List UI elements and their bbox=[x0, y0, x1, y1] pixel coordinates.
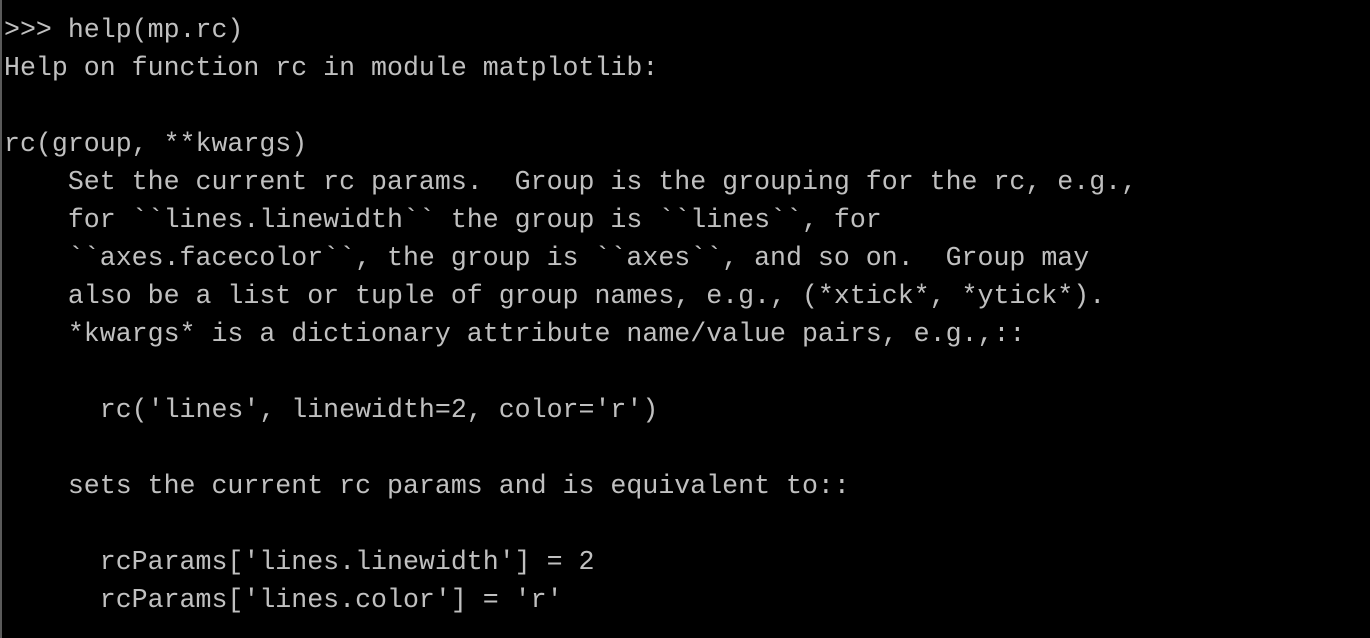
output-line: rcParams['lines.linewidth'] = 2 bbox=[4, 547, 595, 577]
output-line: Set the current rc params. Group is the … bbox=[4, 167, 1138, 197]
prompt-line: >>> help(mp.rc) bbox=[4, 15, 244, 45]
output-line: *kwargs* is a dictionary attribute name/… bbox=[4, 319, 1026, 349]
output-line: rc(group, **kwargs) bbox=[4, 129, 308, 159]
terminal-output[interactable]: >>> help(mp.rc) Help on function rc in mo… bbox=[0, 0, 1370, 619]
output-line: ``axes.facecolor``, the group is ``axes`… bbox=[4, 243, 1090, 273]
output-line: rcParams['lines.color'] = 'r' bbox=[4, 585, 563, 615]
output-line: Help on function rc in module matplotlib… bbox=[4, 53, 659, 83]
output-line: rc('lines', linewidth=2, color='r') bbox=[4, 395, 659, 425]
output-line: for ``lines.linewidth`` the group is ``l… bbox=[4, 205, 882, 235]
output-line: also be a list or tuple of group names, … bbox=[4, 281, 1106, 311]
window-left-border bbox=[0, 0, 2, 638]
output-line: sets the current rc params and is equiva… bbox=[4, 471, 850, 501]
